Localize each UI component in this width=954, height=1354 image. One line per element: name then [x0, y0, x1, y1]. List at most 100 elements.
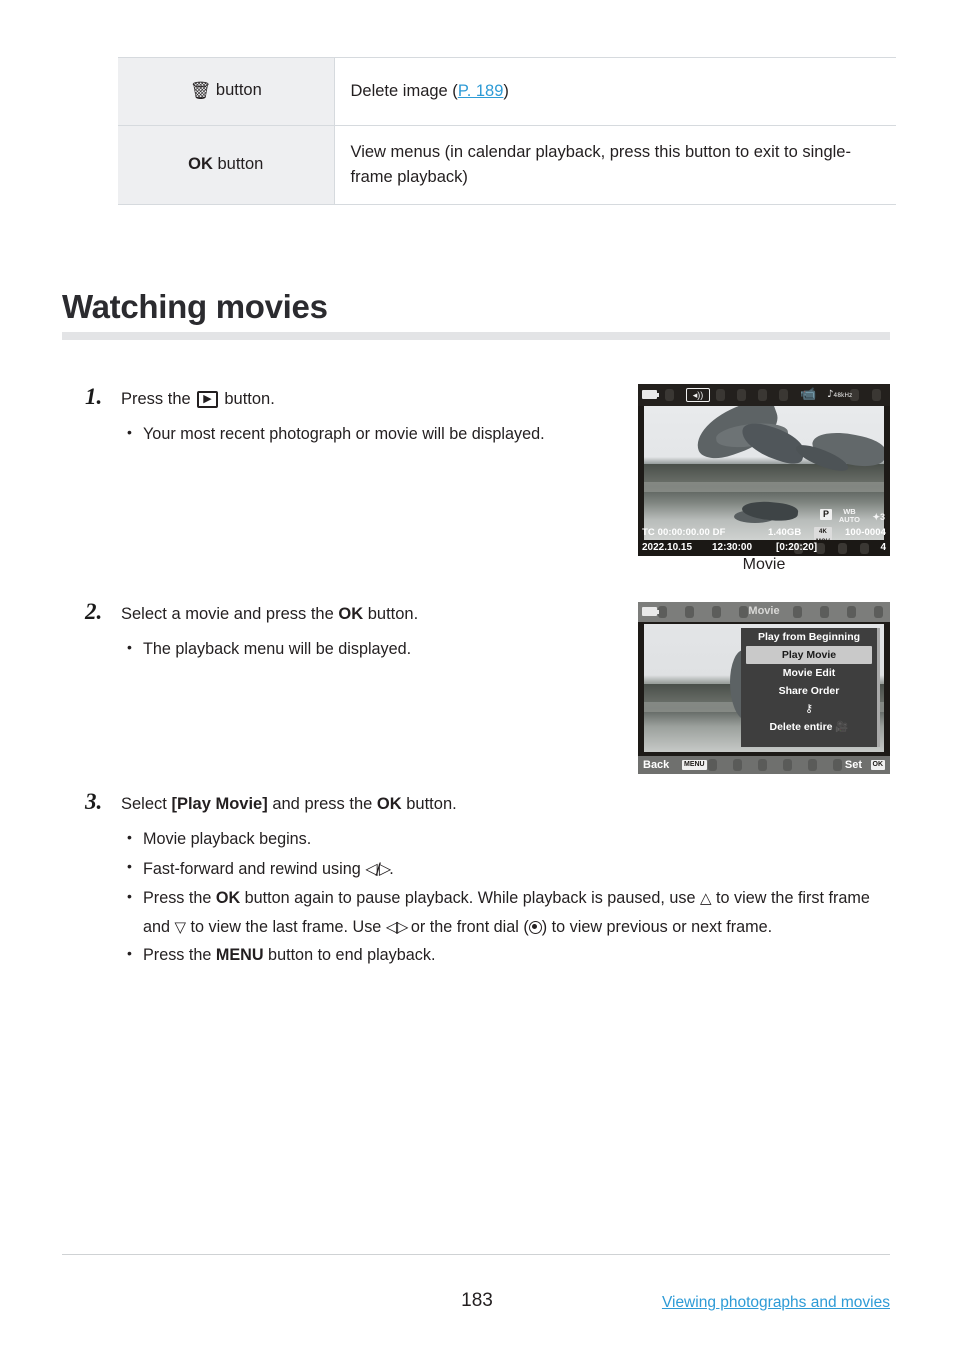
bullet-text: Press the — [143, 946, 216, 965]
key-label: button — [215, 81, 262, 100]
menu-button-label: MENU — [215, 946, 264, 965]
filmstrip-hole — [665, 389, 674, 401]
list-item: Movie playback begins. — [121, 825, 895, 854]
front-dial-icon — [528, 920, 542, 934]
step-1-bullets: Your most recent photograph or movie wil… — [121, 420, 605, 449]
file-number-value: 100-0004 — [845, 527, 886, 538]
menu-item-play-movie[interactable]: Play Movie — [746, 646, 872, 664]
table-cell-key-ok: OK button — [118, 125, 335, 205]
water — [644, 482, 884, 492]
menu-title: Movie — [748, 605, 780, 617]
step-1: 1. Press the ▶ button. Your most recent … — [85, 384, 605, 450]
table-row: 🗑 button Delete image (P. 189) — [118, 57, 896, 126]
button-reference-table: 🗑 button Delete image (P. 189) OK button… — [118, 57, 896, 205]
filmstrip-hole — [733, 759, 742, 771]
footer-section-link[interactable]: Viewing photographs and movies — [662, 1294, 890, 1312]
table-cell-description-menus: View menus (in calendar playback, press … — [334, 125, 896, 205]
step-text-after: button. — [224, 390, 275, 408]
list-item: The playback menu will be displayed. — [121, 635, 605, 664]
audio-rate-label: 48kHz — [833, 392, 853, 399]
filmstrip-hole — [737, 389, 746, 401]
menu-item-protect[interactable]: ⚷ — [741, 700, 877, 718]
step-text-before: Select a movie and press the — [121, 605, 334, 623]
lcd-playback-screen: ◂)) 📹 ♪48kHz P WB AUTO ✦3 TC 00:00:00.00… — [638, 384, 890, 556]
frame-number: 4 — [880, 542, 886, 553]
step-3: 3. Select [Play Movie] and press the OK … — [85, 789, 895, 971]
table-row: OK button View menus (in calendar playba… — [118, 125, 896, 205]
movie-duration: [0:20:20] — [776, 542, 818, 553]
lcd-playback-caption: Movie — [742, 556, 786, 573]
list-item: Your most recent photograph or movie wil… — [121, 420, 605, 449]
audio-sample-rate-icon: ♪48kHz — [827, 389, 853, 400]
table-cell-key-trash: 🗑 button — [118, 57, 335, 126]
footer-set-label: Set — [844, 759, 862, 771]
date-time-row: 2022.10.15 12:30:00 [0:20:20] 4 — [638, 540, 890, 556]
step-number: 3. — [85, 789, 103, 814]
image-stabilizer-icon: ✦3 — [872, 512, 885, 522]
capture-date: 2022.10.15 — [642, 542, 693, 553]
step-2: 2. Select a movie and press the OK butto… — [85, 599, 605, 665]
table-cell-description-delete: Delete image (P. 189) — [334, 57, 896, 126]
page-reference-link[interactable]: P. 189 — [458, 82, 504, 100]
trash-icon: 🗑 — [189, 81, 212, 102]
footer-back-label: Back — [643, 759, 670, 771]
ok-button-label: OK — [376, 795, 402, 813]
menu-item-share-order[interactable]: Share Order — [741, 682, 877, 700]
step-text-after: button. — [406, 795, 457, 813]
speaker-volume-icon: ◂)) — [686, 388, 710, 402]
filmstrip-hole — [833, 759, 842, 771]
playback-menu-panel[interactable]: Play from Beginning Play Movie Movie Edi… — [741, 628, 880, 747]
description-prefix: Delete image ( — [350, 82, 458, 101]
filmstrip-hole — [872, 389, 881, 401]
filmstrip-hole — [716, 389, 725, 401]
white-balance-indicator: WB AUTO — [839, 508, 860, 524]
filmstrip-hole — [758, 759, 767, 771]
footer-divider — [62, 1254, 890, 1255]
key-label: button — [217, 155, 264, 174]
lcd-footer-bar: Back MENU Set OK — [638, 756, 890, 774]
timecode-value: TC 00:00:00.00 DF — [642, 527, 726, 538]
playback-button-icon: ▶ — [197, 391, 218, 408]
step-number: 1. — [85, 384, 103, 409]
step-3-bullets: Movie playback begins. Fast-forward and … — [121, 825, 895, 970]
protect-key-icon: ⚷ — [804, 702, 814, 715]
up-arrow-icon: △ — [700, 888, 712, 907]
page-title: Watching movies — [62, 288, 328, 325]
step-3-instruction: Select [Play Movie] and press the OK but… — [121, 793, 895, 817]
menu-item-delete-entire[interactable]: Delete entire 🎥 — [741, 718, 877, 736]
menu-item-play-from-beginning[interactable]: Play from Beginning — [741, 628, 877, 646]
battery-icon — [642, 390, 659, 399]
list-item: Fast-forward and rewind using ◁/▷. — [121, 854, 895, 884]
timecode-row: TC 00:00:00.00 DF 1.40GB 4KMOV 100-0004 — [638, 525, 890, 547]
step-text-after: button. — [367, 605, 419, 623]
ok-button-chip[interactable]: OK — [870, 760, 885, 770]
step-2-instruction: Select a movie and press the OK button. — [121, 603, 605, 627]
list-item: Press the MENU button to end playback. — [121, 941, 895, 970]
filmstrip-hole — [808, 759, 817, 771]
heading-divider — [62, 332, 890, 340]
list-item: Press the OK button again to pause playb… — [121, 884, 895, 942]
bullet-text: to view the last frame. Use — [186, 917, 386, 936]
menu-option-reference: [Play Movie] — [171, 795, 268, 813]
down-arrow-icon: ▽ — [174, 917, 187, 936]
step-1-instruction: Press the ▶ button. — [121, 388, 605, 412]
step-text-before: Select — [121, 795, 167, 813]
step-2-bullets: The playback menu will be displayed. — [121, 635, 605, 664]
step-text-before: Press the — [121, 390, 191, 408]
capture-time: 12:30:00 — [712, 542, 753, 553]
filmstrip-hole — [779, 389, 788, 401]
movie-camera-icon: 📹 — [800, 387, 817, 402]
bullet-text: Fast-forward and rewind using — [143, 859, 366, 878]
menu-button-chip[interactable]: MENU — [682, 760, 707, 770]
step-text-mid: and press the — [272, 795, 373, 813]
filmstrip-hole — [758, 389, 767, 401]
file-size-value: 1.40GB — [768, 527, 802, 538]
bullet-text-end: ) to view previous or next frame. — [541, 917, 773, 936]
description-suffix: ) — [503, 82, 509, 101]
left-right-arrows-icon: ◁/▷ — [365, 858, 391, 878]
exposure-mode-badge: P — [819, 509, 832, 520]
bullet-text: Press the — [143, 888, 216, 907]
menu-item-movie-edit[interactable]: Movie Edit — [741, 664, 877, 682]
bullet-text-end: button to end playback. — [263, 946, 436, 965]
step-number: 2. — [85, 599, 103, 624]
